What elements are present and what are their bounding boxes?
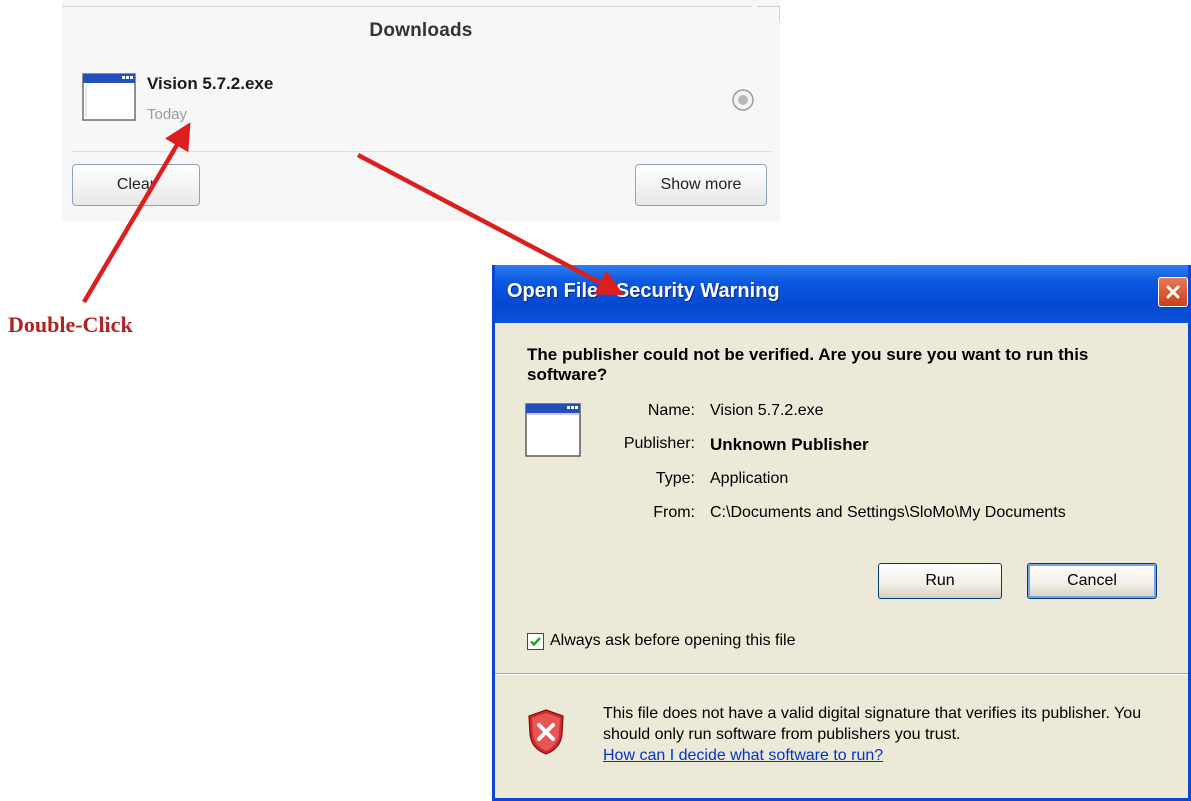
dialog-titlebar[interactable]: Open File - Security Warning (495, 265, 1188, 323)
always-ask-row[interactable]: Always ask before opening this file (527, 630, 795, 652)
from-value: C:\Documents and Settings\SloMo\My Docum… (710, 504, 1066, 521)
info-row-publisher: Publisher: Unknown Publisher (495, 435, 1185, 459)
downloads-panel: Downloads Vision 5.7.2.exe Today Clear S… (62, 0, 780, 222)
always-ask-checkbox[interactable] (527, 632, 544, 650)
type-label: Type: (655, 470, 695, 487)
from-label: From: (653, 504, 695, 521)
info-row-type: Type: Application (495, 470, 1185, 494)
help-link[interactable]: How can I decide what software to run? (603, 745, 1153, 766)
always-ask-label[interactable]: Always ask before opening this file (550, 632, 795, 650)
info-row-from: From: C:\Documents and Settings\SloMo\My… (495, 504, 1185, 528)
warning-text: This file does not have a valid digital … (603, 705, 1142, 743)
double-click-annotation: Double-Click (8, 312, 133, 337)
panel-corner (757, 6, 780, 21)
type-value: Application (710, 470, 789, 487)
name-value: Vision 5.7.2.exe (710, 402, 824, 419)
download-date: Today (147, 106, 188, 123)
publisher-label: Publisher: (623, 435, 695, 452)
cancel-button[interactable]: Cancel (1027, 563, 1157, 599)
clear-list-button[interactable]: Clear (72, 164, 200, 206)
dialog-body: The publisher could not be verified. Are… (495, 323, 1188, 798)
signature-warning: This file does not have a valid digital … (603, 703, 1153, 766)
checkmark-icon (530, 636, 541, 646)
retry-circle-icon[interactable] (731, 88, 755, 112)
shield-warning-icon (528, 709, 564, 755)
info-row-name: Name: Vision 5.7.2.exe (495, 402, 1185, 426)
dialog-divider-highlight (495, 674, 1188, 675)
show-more-button[interactable]: Show more (635, 164, 767, 206)
dialog-title: Open File - Security Warning (507, 280, 780, 302)
close-icon (1166, 285, 1180, 299)
downloads-divider (72, 151, 772, 152)
downloads-title: Downloads (369, 20, 473, 41)
download-filename[interactable]: Vision 5.7.2.exe (147, 74, 273, 94)
application-window-icon[interactable] (82, 73, 136, 121)
close-button[interactable] (1158, 277, 1188, 307)
name-label: Name: (647, 402, 695, 419)
publisher-value: Unknown Publisher (710, 435, 869, 454)
security-warning-dialog: Open File - Security Warning The publish… (492, 265, 1191, 801)
run-button[interactable]: Run (878, 563, 1002, 599)
panel-top-border (62, 6, 752, 7)
dialog-question: The publisher could not be verified. Are… (527, 345, 1089, 384)
